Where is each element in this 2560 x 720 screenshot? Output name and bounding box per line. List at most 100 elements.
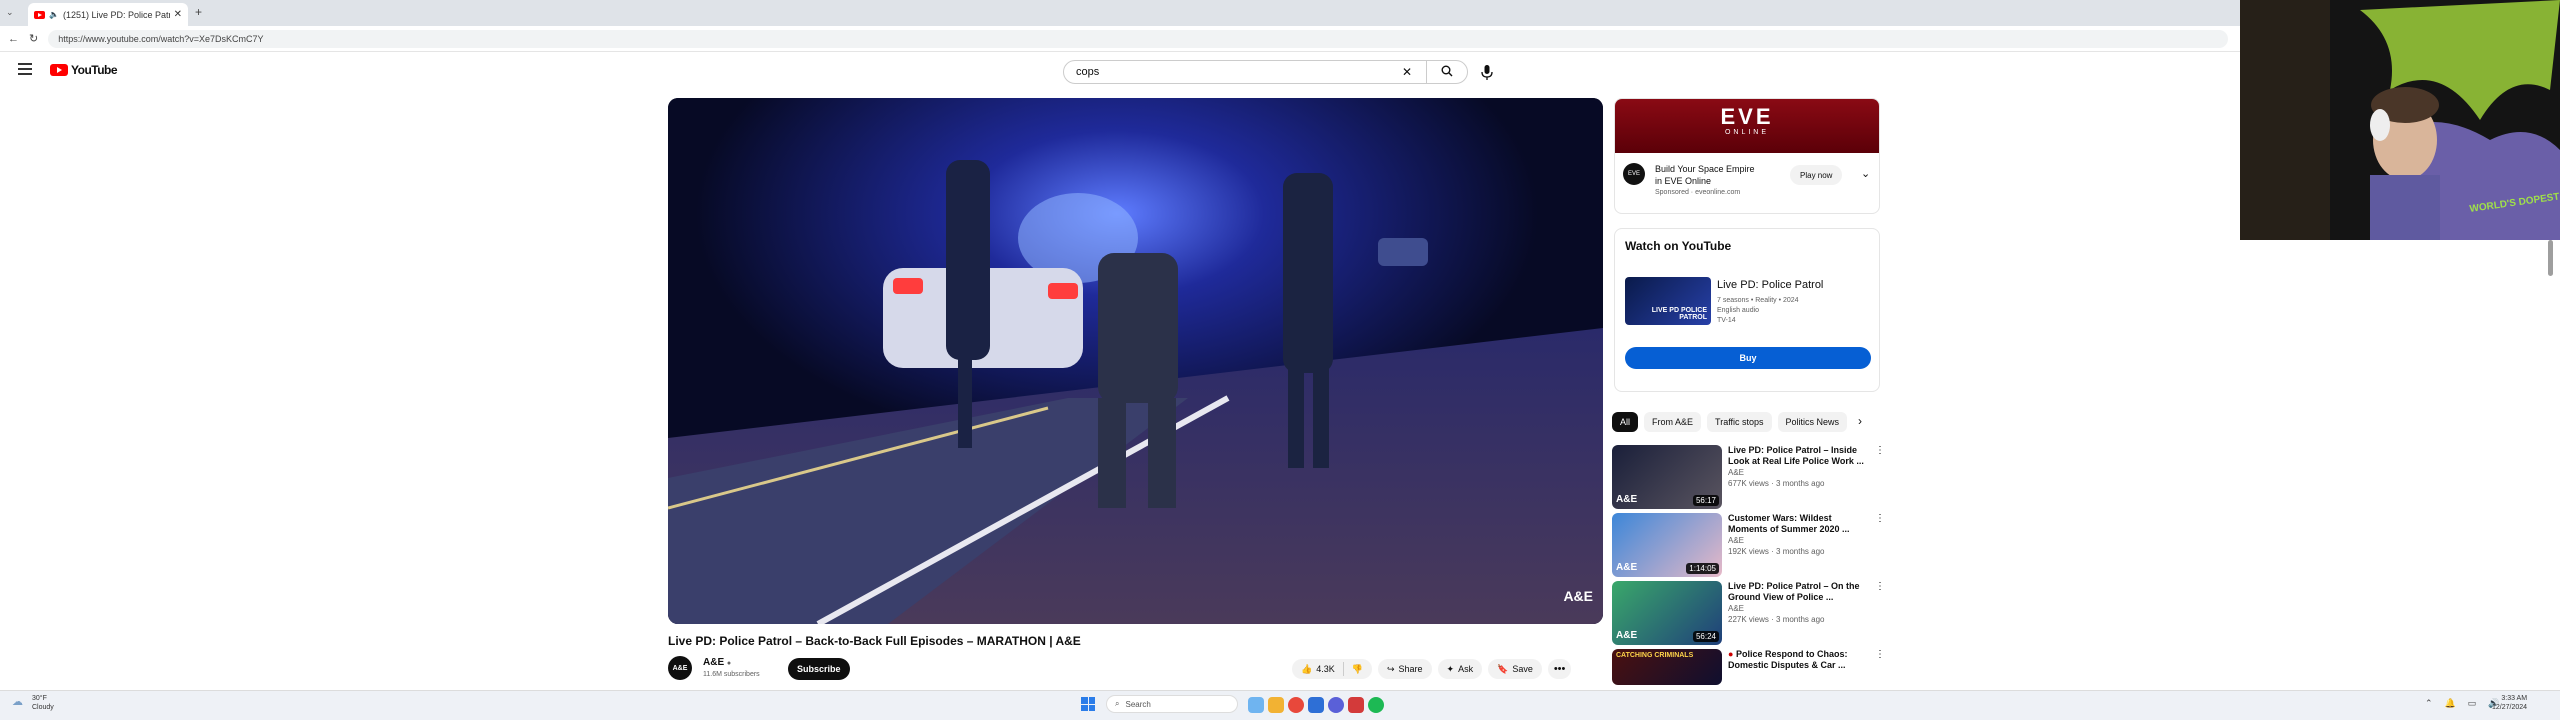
more-vertical-icon[interactable]: ⋮ bbox=[1875, 581, 1887, 645]
webcam-overlay: WORLD'S DOPEST bbox=[2240, 0, 2560, 240]
clock[interactable]: 3:33 AM 12/27/2024 bbox=[2492, 694, 2527, 712]
video-thumbnail[interactable]: A&E 1:14:05 bbox=[1612, 513, 1722, 577]
save-button[interactable]: 🔖 Save bbox=[1488, 659, 1542, 679]
rec-meta: 227K views · 3 months ago bbox=[1728, 615, 1825, 624]
list-item[interactable]: A&E 56:24 Live PD: Police Patrol – On th… bbox=[1612, 581, 1887, 645]
notification-icon[interactable]: 🔔 bbox=[2445, 698, 2456, 709]
filter-chips: All From A&E Traffic stops Politics News bbox=[1612, 412, 1872, 432]
chip-all[interactable]: All bbox=[1612, 412, 1639, 432]
show-thumbnail[interactable]: LIVE PD POLICE PATROL bbox=[1625, 277, 1711, 325]
chips-next-arrow-icon[interactable]: › bbox=[1858, 414, 1862, 428]
ad-text: Build Your Space Empire in EVE Online Sp… bbox=[1655, 163, 1755, 199]
ad-text-line1: Build Your Space Empire bbox=[1655, 164, 1755, 174]
ae-logo: A&E bbox=[1616, 494, 1638, 505]
tab-title: (1251) Live PD: Police Patrol - bbox=[62, 9, 170, 20]
spotify-icon[interactable] bbox=[1368, 697, 1384, 713]
task-view-icon[interactable] bbox=[1248, 697, 1264, 713]
duration-badge: 56:17 bbox=[1692, 495, 1719, 506]
chevron-down-icon[interactable]: ⌄ bbox=[1861, 167, 1870, 180]
like-button[interactable]: 👍 4.3K bbox=[1301, 664, 1335, 675]
channel-name[interactable]: A&E ● bbox=[703, 657, 731, 668]
url-text: https://www.youtube.com/watch?v=Xe7DsKCm… bbox=[58, 33, 264, 44]
rec-title-line2: Ground View of Police ... bbox=[1728, 592, 1834, 602]
ae-logo: A&E bbox=[1616, 562, 1638, 573]
like-dislike-group: 👍 4.3K 👎 bbox=[1292, 659, 1372, 679]
network-icon[interactable]: ▭ bbox=[2468, 698, 2477, 709]
video-frame bbox=[668, 98, 1603, 624]
list-item[interactable]: CATCHING CRIMINALS ● Police Respond to C… bbox=[1612, 649, 1887, 685]
clock-time: 3:33 AM bbox=[2501, 695, 2528, 702]
duration-badge: 1:14:05 bbox=[1686, 563, 1719, 574]
voice-search-mic-icon[interactable] bbox=[1478, 63, 1496, 81]
chrome-icon[interactable] bbox=[1288, 697, 1304, 713]
search-icon[interactable] bbox=[1427, 65, 1467, 80]
search-box[interactable]: cops ✕ bbox=[1063, 60, 1468, 84]
app-icon[interactable] bbox=[1328, 697, 1344, 713]
subscribe-button[interactable]: Subscribe bbox=[788, 658, 850, 680]
speaker-icon[interactable]: 🔈 bbox=[49, 10, 59, 19]
channel-avatar[interactable]: A&E bbox=[668, 656, 692, 680]
tab-list-chevron-icon[interactable]: ⌄ bbox=[6, 7, 14, 18]
weather-widget[interactable]: 30°F Cloudy bbox=[32, 694, 54, 712]
clear-search-icon[interactable]: ✕ bbox=[1402, 65, 1412, 79]
weather-desc: Cloudy bbox=[32, 704, 54, 711]
youtube-logo[interactable]: YouTube bbox=[50, 63, 118, 77]
ad-brand-sub: ONLINE bbox=[1724, 129, 1770, 136]
reload-icon[interactable]: ↻ bbox=[29, 32, 38, 45]
store-icon[interactable] bbox=[1308, 697, 1324, 713]
more-horizontal-icon: ••• bbox=[1553, 663, 1566, 675]
show-title[interactable]: Live PD: Police Patrol bbox=[1717, 279, 1823, 291]
youtube-favicon-icon bbox=[34, 10, 45, 19]
list-item[interactable]: A&E 56:17 Live PD: Police Patrol – Insid… bbox=[1612, 445, 1887, 509]
list-item[interactable]: A&E 1:14:05 Customer Wars: Wildest Momen… bbox=[1612, 513, 1887, 577]
rec-channel: A&E bbox=[1728, 536, 1745, 545]
chip-traffic-stops[interactable]: Traffic stops bbox=[1707, 412, 1772, 432]
ad-text-line2: in EVE Online bbox=[1655, 176, 1712, 186]
tab-close-icon[interactable]: ✕ bbox=[174, 9, 182, 20]
video-thumbnail[interactable]: A&E 56:24 bbox=[1612, 581, 1722, 645]
ae-logo: A&E bbox=[1616, 630, 1638, 641]
more-vertical-icon[interactable]: ⋮ bbox=[1875, 445, 1887, 509]
app-icon-red[interactable] bbox=[1348, 697, 1364, 713]
browser-tab-active[interactable]: 🔈 (1251) Live PD: Police Patrol - ✕ bbox=[28, 3, 188, 26]
hamburger-menu-icon[interactable] bbox=[18, 63, 32, 75]
search-input[interactable]: cops bbox=[1076, 66, 1402, 78]
ad-play-button[interactable]: Play now bbox=[1790, 165, 1843, 185]
more-vertical-icon[interactable]: ⋮ bbox=[1875, 513, 1887, 577]
duration-badge: 56:24 bbox=[1692, 631, 1719, 642]
rec-title-line1: Live PD: Police Patrol – On the bbox=[1728, 581, 1860, 591]
windows-start-icon[interactable] bbox=[1081, 697, 1095, 711]
chip-from-ae[interactable]: From A&E bbox=[1644, 412, 1702, 432]
live-dot-icon: ● bbox=[1728, 649, 1734, 659]
buy-button[interactable]: Buy bbox=[1625, 347, 1871, 369]
rec-title-line1: ● Police Respond to Chaos: bbox=[1728, 649, 1848, 659]
rec-thumb-caption: CATCHING CRIMINALS bbox=[1616, 652, 1694, 659]
save-label: Save bbox=[1512, 664, 1533, 674]
ad-card[interactable]: EVE ONLINE EVE Build Your Space Empire i… bbox=[1614, 98, 1880, 214]
video-player[interactable]: A&E bbox=[668, 98, 1603, 624]
url-field[interactable]: https://www.youtube.com/watch?v=Xe7DsKCm… bbox=[48, 29, 2229, 48]
new-tab-button[interactable]: + bbox=[195, 5, 202, 19]
back-arrow-icon[interactable]: ← bbox=[8, 33, 19, 45]
dislike-button[interactable]: 👎 bbox=[1352, 664, 1363, 675]
youtube-logo-text: YouTube bbox=[71, 63, 118, 77]
sparkle-icon: ✦ bbox=[1446, 663, 1455, 674]
ask-button[interactable]: ✦ Ask bbox=[1437, 659, 1483, 679]
share-button[interactable]: ↪ Share bbox=[1377, 659, 1432, 679]
file-explorer-icon[interactable] bbox=[1268, 697, 1284, 713]
chip-politics-news[interactable]: Politics News bbox=[1777, 412, 1848, 432]
like-count: 4.3K bbox=[1316, 664, 1335, 674]
rec-title-line2: Look at Real Life Police Work ... bbox=[1728, 456, 1864, 466]
more-actions-button[interactable]: ••• bbox=[1547, 659, 1572, 679]
video-thumbnail[interactable]: CATCHING CRIMINALS bbox=[1612, 649, 1722, 685]
page-scrollbar-thumb[interactable] bbox=[2548, 240, 2553, 276]
subscriber-count: 11.6M subscribers bbox=[703, 671, 760, 678]
more-vertical-icon[interactable]: ⋮ bbox=[1875, 649, 1887, 685]
show-meta-line2: English audio bbox=[1717, 307, 1760, 314]
video-title: Live PD: Police Patrol – Back-to-Back Fu… bbox=[668, 634, 1081, 648]
tray-chevron-up-icon[interactable]: ⌃ bbox=[2425, 698, 2433, 709]
ad-banner[interactable]: EVE ONLINE bbox=[1615, 99, 1879, 153]
taskbar-search[interactable]: ⌕ Search bbox=[1106, 695, 1238, 713]
weather-temp: 30°F bbox=[32, 695, 47, 702]
video-thumbnail[interactable]: A&E 56:17 bbox=[1612, 445, 1722, 509]
